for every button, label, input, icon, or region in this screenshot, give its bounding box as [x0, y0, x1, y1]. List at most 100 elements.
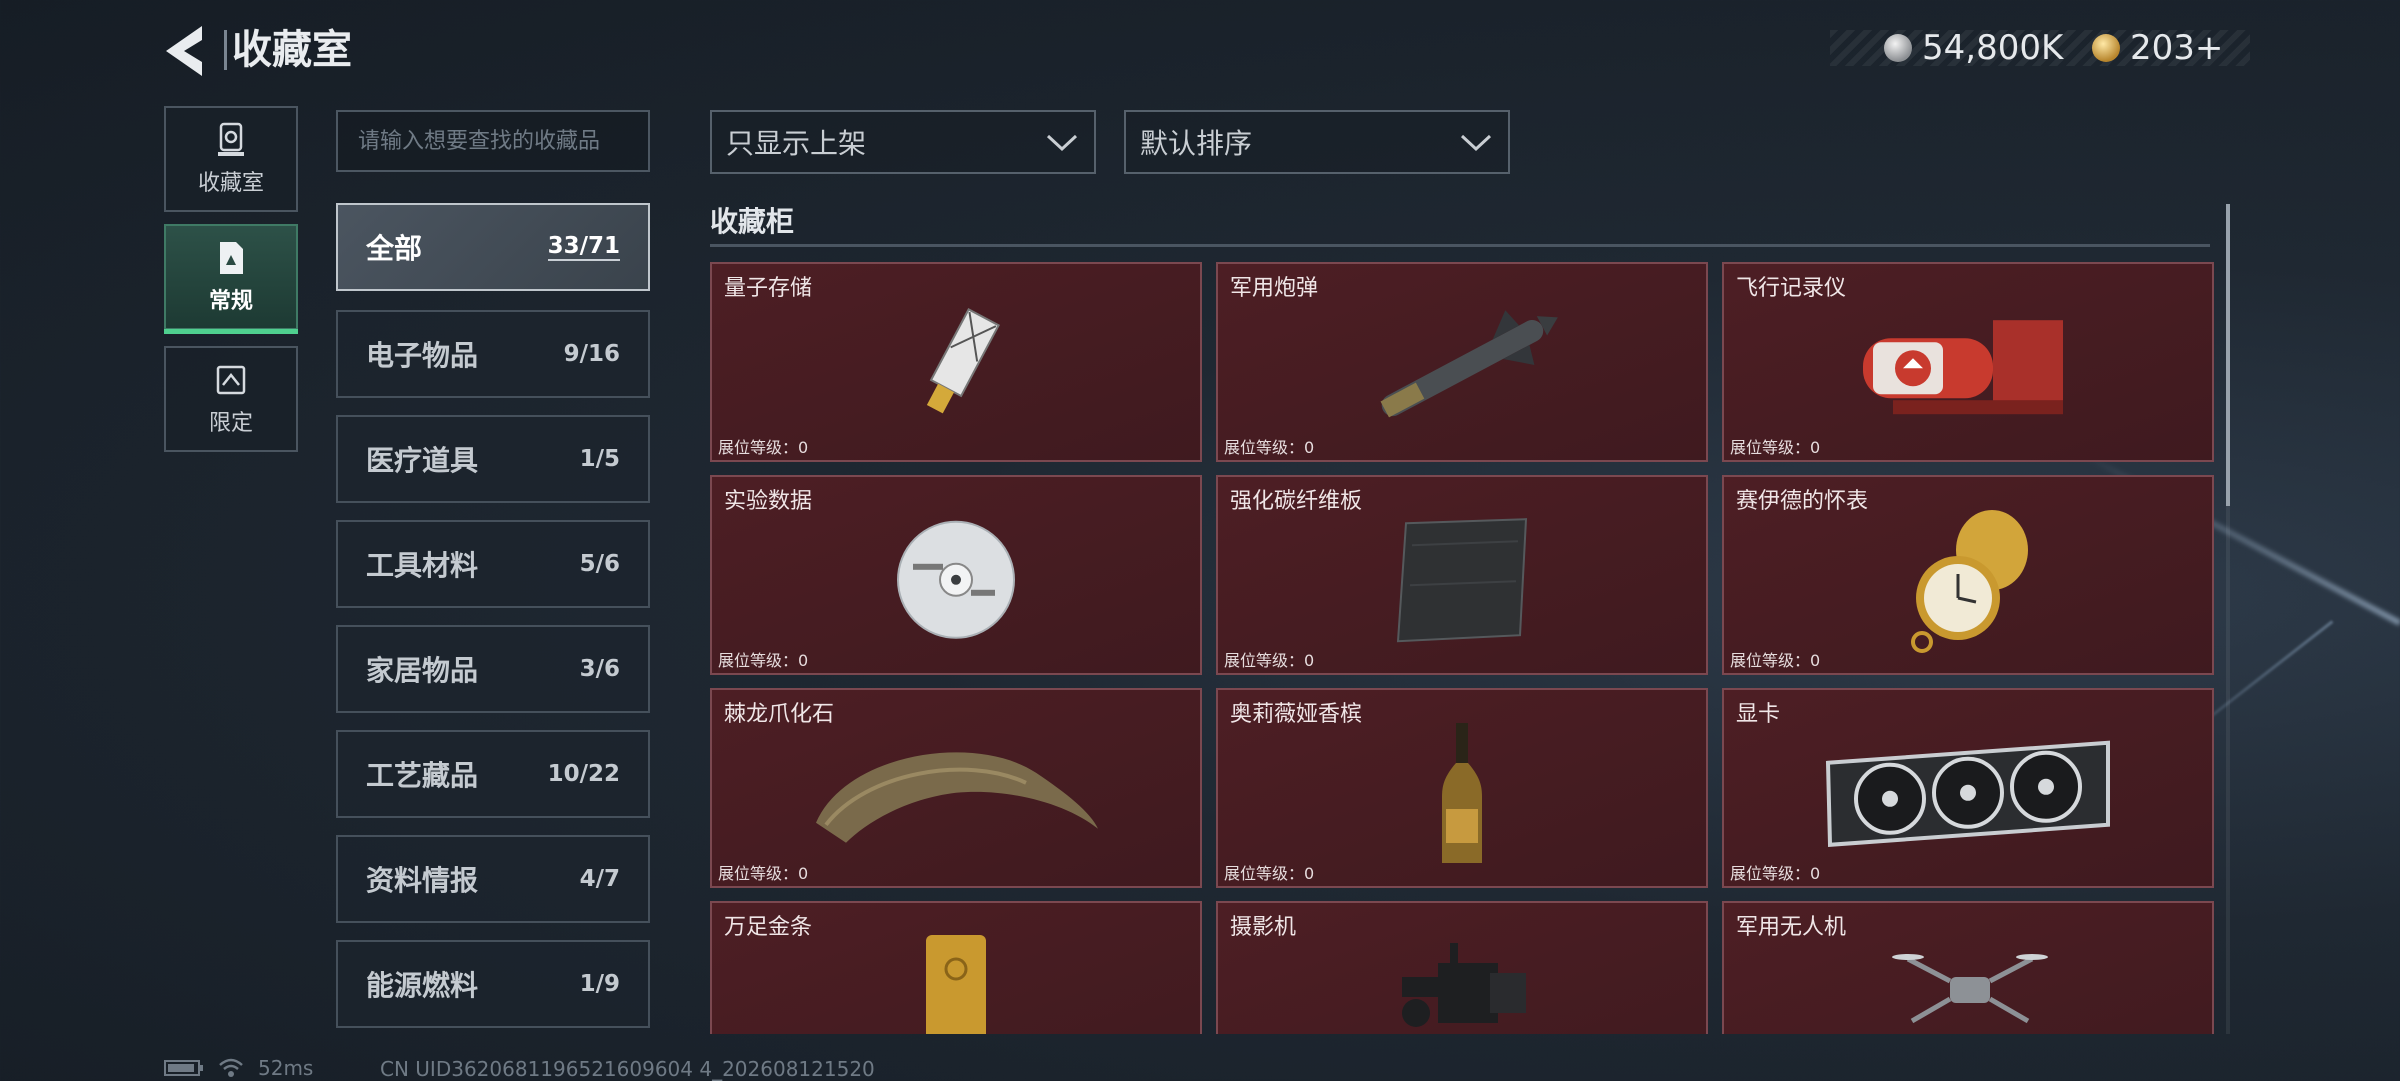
currency-bar: 54,800K 203+: [1830, 28, 2250, 68]
display-filter-value: 只显示上架: [726, 127, 867, 160]
display-filter-dropdown[interactable]: 只显示上架: [710, 110, 1096, 174]
gold-currency[interactable]: 203+: [2092, 28, 2223, 68]
item-level: 展位等级：0: [1730, 864, 1821, 883]
rail-collection-room[interactable]: 收藏室: [164, 106, 298, 212]
silver-coin-icon: [1884, 34, 1912, 62]
item-card[interactable]: 棘龙爪化石 展位等级：0: [710, 688, 1202, 888]
collection-grid: 量子存储 展位等级：0 军用炮弹 展位等级：0 飞行记录仪 展位等级：0 实验数…: [710, 262, 2216, 1034]
item-name: 万足金条: [724, 915, 813, 940]
category-count: 1/5: [579, 446, 620, 472]
category-medical[interactable]: 医疗道具 1/5: [336, 415, 650, 503]
missile-icon: [1380, 310, 1558, 418]
champagne-icon: [1442, 723, 1482, 863]
sort-value: 默认排序: [1140, 127, 1253, 160]
item-card[interactable]: 赛伊德的怀表 展位等级：0: [1722, 475, 2214, 675]
item-card[interactable]: 万足金条: [710, 901, 1202, 1034]
page-title: 收藏室: [232, 27, 352, 73]
drone-icon: [1892, 954, 2048, 1024]
item-name: 摄影机: [1230, 915, 1297, 940]
gold-bar-icon: [926, 935, 986, 1034]
item-name: 赛伊德的怀表: [1736, 489, 1869, 514]
category-electronics[interactable]: 电子物品 9/16: [336, 310, 650, 398]
item-level: 展位等级：0: [1730, 651, 1821, 670]
category-all[interactable]: 全部 33/71: [336, 203, 650, 291]
title-divider: [224, 30, 227, 70]
category-label: 工具材料: [366, 549, 479, 582]
rail-regular[interactable]: 常规: [164, 224, 298, 334]
category-label: 全部: [366, 232, 423, 265]
camera-icon: [1402, 943, 1526, 1027]
silver-amount: 54,800K: [1922, 28, 2064, 68]
category-energy[interactable]: 能源燃料 1/9: [336, 940, 650, 1028]
item-name: 强化碳纤维板: [1230, 489, 1363, 514]
section-title: 收藏柜: [710, 205, 795, 238]
item-name: 军用无人机: [1736, 915, 1847, 940]
rail-limited[interactable]: 限定: [164, 346, 298, 452]
category-tools[interactable]: 工具材料 5/6: [336, 520, 650, 608]
category-count: 4/7: [579, 866, 620, 892]
item-card[interactable]: 奥莉薇娅香槟 展位等级：0: [1216, 688, 1708, 888]
trophy-icon: [218, 122, 244, 156]
document-icon: [220, 242, 243, 274]
status-bar: 52ms: [164, 1056, 313, 1080]
disc-icon: [897, 520, 1015, 639]
graphics-card-icon: [1825, 740, 2110, 847]
item-name: 显卡: [1736, 702, 1781, 727]
category-count: 1/9: [579, 971, 620, 997]
category-label: 能源燃料: [366, 969, 479, 1002]
category-label: 资料情报: [366, 864, 479, 897]
chevron-down-icon: [1460, 134, 1492, 152]
item-card[interactable]: 军用无人机: [1722, 901, 2214, 1034]
item-level: 展位等级：0: [718, 438, 809, 457]
item-name: 飞行记录仪: [1736, 276, 1847, 301]
item-card[interactable]: 显卡 展位等级：0: [1722, 688, 2214, 888]
item-level: 展位等级：0: [718, 864, 809, 883]
item-card[interactable]: 摄影机: [1216, 901, 1708, 1034]
search-input[interactable]: [336, 110, 650, 172]
category-count: 3/6: [579, 656, 620, 682]
category-label: 电子物品: [366, 339, 479, 372]
item-name: 棘龙爪化石: [724, 702, 835, 727]
item-level: 展位等级：0: [718, 651, 809, 670]
item-name: 实验数据: [724, 489, 813, 514]
rail-label-collection: 收藏室: [197, 171, 264, 196]
item-level: 展位等级：0: [1224, 651, 1315, 670]
flight-recorder-icon: [1863, 320, 2063, 415]
usb-drive-icon: [926, 308, 1001, 414]
chevron-down-icon: [1046, 134, 1078, 152]
battery-icon: [164, 1060, 203, 1076]
category-count: 10/22: [547, 761, 620, 787]
category-household[interactable]: 家居物品 3/6: [336, 625, 650, 713]
category-intel[interactable]: 资料情报 4/7: [336, 835, 650, 923]
category-count: 5/6: [579, 551, 620, 577]
scrollbar-thumb[interactable]: [2226, 204, 2230, 506]
ping-value: 52ms: [258, 1056, 314, 1080]
uid-text: CN UID3620681196521609604 4_202608121520: [380, 1057, 875, 1081]
item-card[interactable]: 实验数据 展位等级：0: [710, 475, 1202, 675]
item-card[interactable]: 量子存储 展位等级：0: [710, 262, 1202, 462]
category-count: 9/16: [563, 341, 620, 367]
item-name: 量子存储: [724, 276, 813, 301]
category-label: 医疗道具: [366, 444, 479, 477]
back-arrow-icon[interactable]: [160, 22, 210, 80]
item-name: 军用炮弹: [1230, 276, 1319, 301]
pocket-watch-icon: [1911, 510, 2028, 653]
item-card[interactable]: 军用炮弹 展位等级：0: [1216, 262, 1708, 462]
claw-fossil-icon: [816, 752, 1098, 843]
item-card[interactable]: 强化碳纤维板 展位等级：0: [1216, 475, 1708, 675]
limited-icon: [216, 365, 246, 395]
category-label: 工艺藏品: [366, 759, 479, 792]
sort-dropdown[interactable]: 默认排序: [1124, 110, 1510, 174]
category-crafts[interactable]: 工艺藏品 10/22: [336, 730, 650, 818]
carbon-plate-icon: [1396, 518, 1528, 643]
gold-coin-icon: [2092, 34, 2120, 62]
rail-label-limited: 限定: [208, 411, 253, 436]
item-card[interactable]: 飞行记录仪 展位等级：0: [1722, 262, 2214, 462]
rail-label-regular: 常规: [208, 289, 253, 314]
item-level: 展位等级：0: [1224, 864, 1315, 883]
wifi-icon: [219, 1058, 243, 1077]
category-label: 家居物品: [366, 654, 479, 687]
section-divider: [710, 244, 2210, 247]
item-level: 展位等级：0: [1224, 438, 1315, 457]
item-level: 展位等级：0: [1730, 438, 1821, 457]
